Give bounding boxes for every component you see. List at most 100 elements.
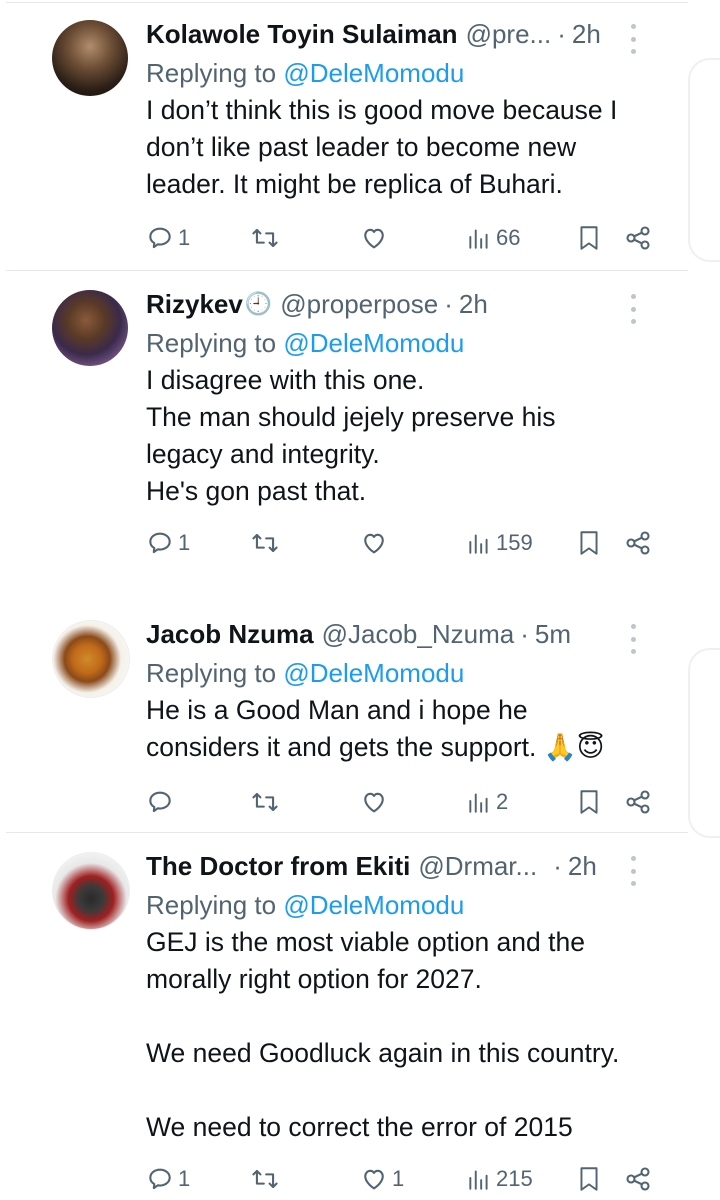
reply-button[interactable]	[146, 782, 178, 822]
like-button[interactable]	[360, 523, 388, 563]
tweet-text: I don’t think this is good move because …	[146, 92, 668, 203]
retweet-icon	[252, 533, 278, 553]
display-name[interactable]: The Doctor from Ekiti	[146, 846, 410, 886]
views-button[interactable]: 215	[466, 1159, 533, 1199]
reply-tweet[interactable]: Kolawole Toyin Sulaiman @pre... · 2h Rep…	[0, 0, 688, 270]
reply-tweet[interactable]: The Doctor from Ekiti @Drmar... · 2h Rep…	[0, 832, 688, 1200]
more-vertical-icon[interactable]	[628, 856, 638, 886]
more-vertical-icon[interactable]	[628, 294, 638, 324]
avatar[interactable]	[52, 852, 130, 930]
reply-button[interactable]: 1	[146, 1159, 190, 1199]
replying-to: Replying to @DeleMomodu	[146, 654, 668, 692]
side-panel-edge	[688, 648, 720, 838]
share-icon	[626, 790, 650, 814]
user-handle[interactable]: @properpose	[280, 284, 438, 324]
separator-dot: ·	[557, 19, 566, 49]
timestamp[interactable]: 5m	[535, 614, 571, 654]
share-button[interactable]	[624, 523, 652, 563]
views-button[interactable]: 2	[466, 782, 508, 822]
more-vertical-icon[interactable]	[628, 24, 638, 54]
share-icon	[626, 531, 650, 555]
bar-chart-icon	[469, 1170, 488, 1190]
mention-link[interactable]: @DeleMomodu	[283, 890, 464, 920]
views-button[interactable]: 159	[466, 523, 533, 563]
bookmark-icon	[580, 790, 598, 814]
share-button[interactable]	[624, 1159, 652, 1199]
avatar[interactable]	[52, 620, 130, 698]
reply-button[interactable]: 1	[146, 218, 190, 258]
action-bar: 1 1 215	[146, 1159, 666, 1199]
clock-emoji: 🕘	[244, 291, 273, 316]
avatar[interactable]	[52, 20, 128, 96]
divider	[6, 832, 688, 833]
reply-tweet[interactable]: Jacob Nzuma @Jacob_Nzuma · 5m Replying t…	[0, 600, 688, 832]
tweet-line: leader. It might be replica of Buhari.	[146, 169, 563, 199]
user-handle[interactable]: @Jacob_Nzuma	[322, 614, 515, 654]
retweet-icon	[252, 792, 278, 812]
timestamp[interactable]: 2h	[568, 846, 597, 886]
share-button[interactable]	[624, 782, 652, 822]
tweet-header: Jacob Nzuma @Jacob_Nzuma · 5m	[146, 614, 668, 654]
action-bar: 2	[146, 782, 666, 822]
display-name[interactable]: Kolawole Toyin Sulaiman	[146, 14, 458, 54]
bar-chart-icon	[469, 793, 488, 813]
replying-label: Replying to	[146, 658, 277, 688]
bookmark-icon	[580, 226, 598, 250]
views-count: 2	[496, 789, 509, 814]
replying-label: Replying to	[146, 328, 277, 358]
timestamp[interactable]: 2h	[572, 14, 601, 54]
tweet-text: He is a Good Man and i hope he considers…	[146, 692, 668, 766]
like-button[interactable]	[360, 218, 388, 258]
tweet-line: legacy and integrity.	[146, 439, 380, 469]
bookmark-button[interactable]	[576, 218, 602, 258]
tweet-line: I don’t think this is good move because …	[146, 95, 618, 125]
reply-feed: Kolawole Toyin Sulaiman @pre... · 2h Rep…	[0, 0, 720, 1200]
more-vertical-icon[interactable]	[628, 624, 638, 654]
retweet-button[interactable]	[250, 782, 280, 822]
bookmark-button[interactable]	[576, 782, 602, 822]
like-count: 1	[392, 1166, 405, 1191]
comment-bubble-icon	[149, 791, 171, 813]
retweet-button[interactable]	[250, 218, 280, 258]
separator-dot: ·	[520, 619, 529, 649]
heart-icon	[364, 792, 384, 813]
tweet-line: We need to correct the error of 2015	[146, 1112, 573, 1142]
reply-button[interactable]: 1	[146, 523, 190, 563]
reply-count: 1	[178, 530, 191, 555]
views-count: 66	[496, 225, 521, 250]
user-handle[interactable]: @pre...	[466, 14, 552, 54]
reply-tweet[interactable]: Rizykev 🕘 @properpose · 2h Replying to @…	[0, 270, 688, 600]
mention-link[interactable]: @DeleMomodu	[283, 328, 464, 358]
retweet-button[interactable]	[250, 1159, 280, 1199]
retweet-button[interactable]	[250, 523, 280, 563]
like-button[interactable]: 1	[360, 1159, 404, 1199]
views-count: 215	[496, 1166, 533, 1191]
replying-to: Replying to @DeleMomodu	[146, 886, 668, 924]
like-button[interactable]	[360, 782, 388, 822]
views-button[interactable]: 66	[466, 218, 520, 258]
share-icon	[626, 226, 650, 250]
heart-icon	[364, 228, 384, 249]
tweet-text: GEJ is the most viable option and the mo…	[146, 924, 668, 1146]
timestamp[interactable]: 2h	[459, 284, 488, 324]
comment-bubble-icon	[149, 532, 171, 554]
tweet-header: Rizykev 🕘 @properpose · 2h	[146, 284, 668, 324]
tweet-line: morally right option for 2027.	[146, 964, 482, 994]
tweet-line: considers it and gets the support. 🙏😇	[146, 732, 605, 762]
bookmark-icon	[580, 1167, 598, 1191]
avatar[interactable]	[52, 290, 128, 366]
display-name[interactable]: Rizykev	[146, 284, 243, 324]
bookmark-button[interactable]	[576, 523, 602, 563]
share-button[interactable]	[624, 218, 652, 258]
tweet-header: The Doctor from Ekiti @Drmar... · 2h	[146, 846, 668, 886]
share-icon	[626, 1167, 650, 1191]
side-panel-edge	[688, 58, 720, 262]
bar-chart-icon	[469, 229, 488, 249]
mention-link[interactable]: @DeleMomodu	[283, 58, 464, 88]
separator-dot: ·	[444, 289, 453, 319]
display-name[interactable]: Jacob Nzuma	[146, 614, 314, 654]
mention-link[interactable]: @DeleMomodu	[283, 658, 464, 688]
bookmark-button[interactable]	[576, 1159, 602, 1199]
user-handle[interactable]: @Drmar...	[418, 846, 537, 886]
